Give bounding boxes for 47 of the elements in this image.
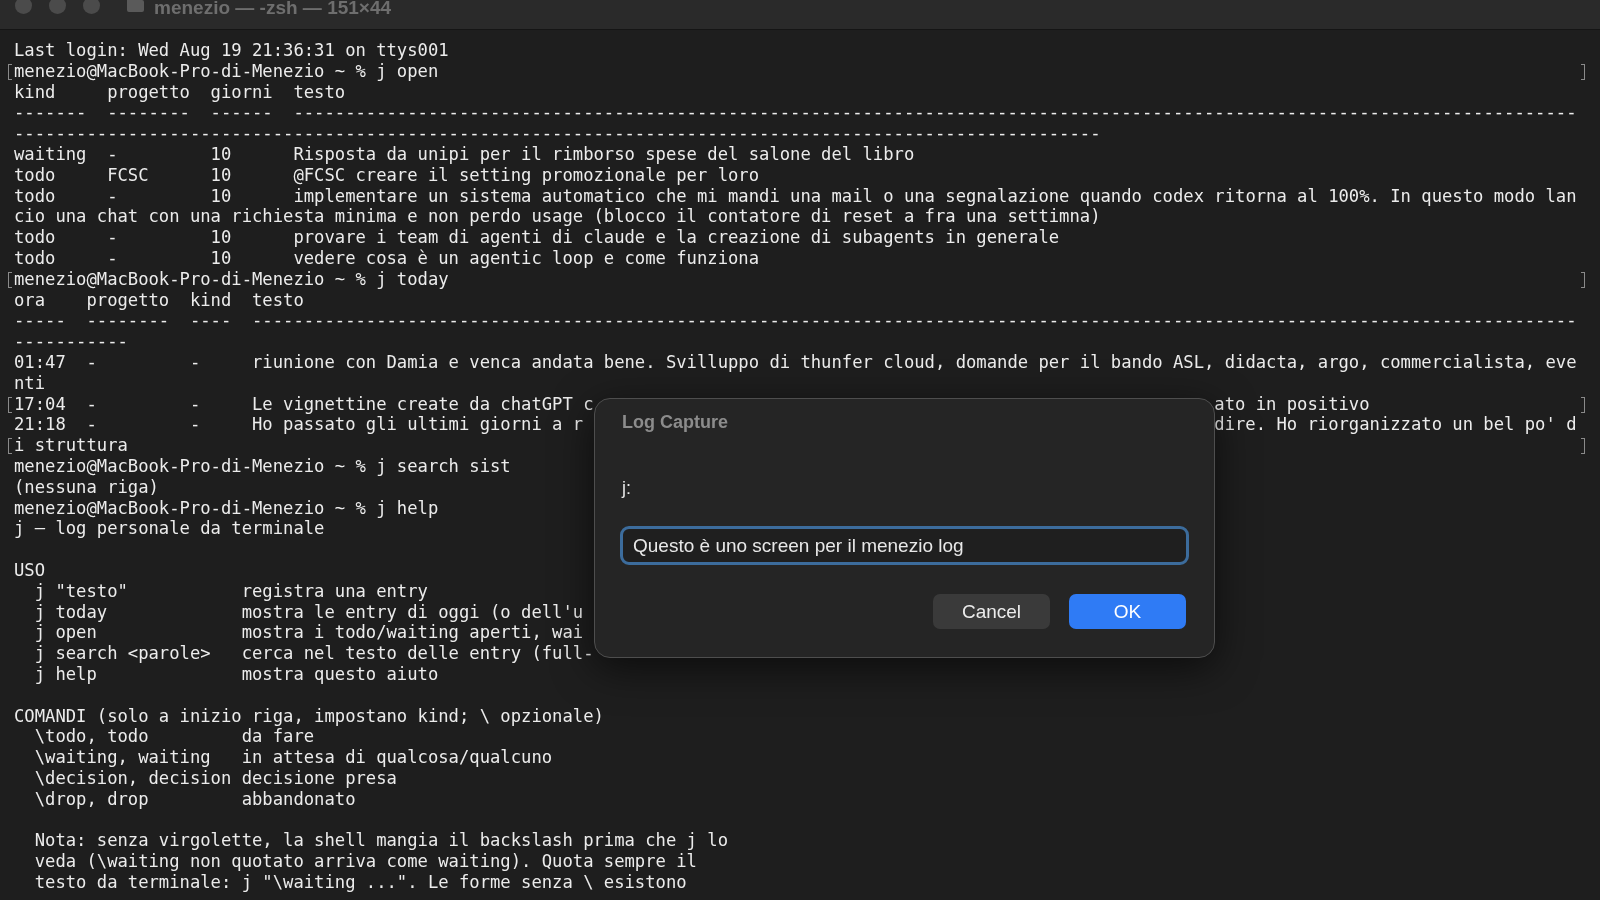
terminal-line: menezio@MacBook-Pro-di-Menezio ~ % j today bbox=[14, 268, 449, 290]
terminal-line: menezio@MacBook-Pro-di-Menezio ~ % j help bbox=[14, 497, 439, 519]
terminal-line: Nota: senza virgolette, la shell mangia il backslash prima che j lo bbox=[33, 830, 728, 852]
terminal-line: todo - 10 implementare un sistema automatico che mi mandi una mail o una segnalazione quando codex ritorna al 100%. In questo modo lan bbox=[14, 185, 1577, 207]
terminal-line: USO bbox=[14, 559, 46, 581]
terminal-line: 21:18 - - Ho passato gli ultimi giorni a r bbox=[14, 414, 584, 435]
terminal-line: 17:04 - - Le vignettine create da chatGPT c bbox=[14, 393, 594, 414]
terminal-line: 01:47 - - riunione con Damia e venca andata bene. Svilluppo di thunfer cloud, domande per il bando ASL, didacta, argo, commercialista, eve bbox=[14, 351, 1577, 373]
window-title: menezio — -zsh — 151×44 bbox=[154, 0, 392, 19]
terminal-line: j help mostra questo aiuto bbox=[33, 663, 439, 685]
terminal-line: Last login: Wed Aug 19 21:36:31 on ttys001 bbox=[14, 40, 449, 61]
folder-icon bbox=[127, 0, 144, 12]
terminal-line: nti bbox=[14, 372, 46, 394]
terminal-line: testo da terminale: j "\waiting ...". Le forme senza \ esistono bbox=[33, 871, 687, 893]
terminal-line: j "testo" registra una entry bbox=[33, 580, 428, 602]
field-label: j: bbox=[622, 478, 632, 498]
terminal-line: waiting - 10 Risposta da unipi per il rimborso spese del salone del libro bbox=[14, 144, 915, 165]
dialog-title: Log Capture bbox=[622, 411, 729, 433]
terminal-line: dire. Ho riorganizzato un bel po' d bbox=[1214, 414, 1577, 436]
text-field[interactable]: Questo è uno screen per il menezio log bbox=[620, 526, 1189, 565]
terminal-line: ato in positivo bbox=[1214, 393, 1370, 415]
terminal-line: todo - 10 provare i team di agenti di claude e la creazione di subagents in generale bbox=[14, 227, 1060, 248]
terminal-line: todo FCSC 10 @FCSC creare il setting promozionale per loro bbox=[14, 164, 760, 186]
terminal-line: kind progetto giorni testo bbox=[14, 81, 346, 103]
terminal-line: todo - 10 vedere cosa è un agentic loop e come funziona bbox=[14, 247, 760, 269]
terminal-line: cio una chat con una richiesta minima e non perdo usage (blocco il contatore di reset a fra una settimna) bbox=[14, 206, 1101, 228]
cancel-button[interactable]: Cancel bbox=[933, 594, 1050, 629]
terminal-line: \drop, drop abbandonato bbox=[33, 788, 356, 810]
terminal-line: \waiting, waiting in attesa di qualcosa/qualcuno bbox=[33, 747, 553, 768]
terminal-line: menezio@MacBook-Pro-di-Menezio ~ % j search sist bbox=[14, 455, 511, 477]
terminal-line: ----- -------- ---- -------------------------------------------------------------------------------------------------------------------------------- bbox=[14, 310, 1577, 332]
terminal-line: \todo, todo da fare bbox=[33, 726, 315, 748]
terminal-line: ora progetto kind testo bbox=[14, 289, 304, 311]
terminal-line: \decision, decision decisione presa bbox=[33, 767, 397, 789]
terminal-line: veda (\waiting non quotato arriva come waiting). Quota sempre il bbox=[33, 851, 697, 872]
terminal-line: i struttura bbox=[14, 435, 128, 456]
terminal-line: (nessuna riga) bbox=[14, 476, 159, 498]
terminal-line: ------- -------- ------ ---------------------------------------------------------------------------------------------------------------------------- bbox=[14, 102, 1577, 124]
terminal-line: j today mostra le entry di oggi (o dell'u bbox=[33, 601, 584, 623]
terminal-line: --------------------------------------------------------------------------------------------------------- bbox=[14, 123, 1101, 144]
terminal-line: COMANDI (solo a inizio riga, impostano kind; \ opzionale) bbox=[14, 705, 604, 727]
terminal-line: ----------- bbox=[14, 331, 128, 352]
terminal-line: menezio@MacBook-Pro-di-Menezio ~ % j open bbox=[14, 60, 439, 82]
ok-button[interactable]: OK bbox=[1069, 594, 1186, 629]
terminal-line: j open mostra i todo/waiting aperti, wai bbox=[33, 622, 584, 644]
terminal-line: j — log personale da terminale bbox=[14, 518, 325, 540]
terminal-line: j search <parole> cerca nel testo delle entry (full- bbox=[33, 643, 594, 664]
